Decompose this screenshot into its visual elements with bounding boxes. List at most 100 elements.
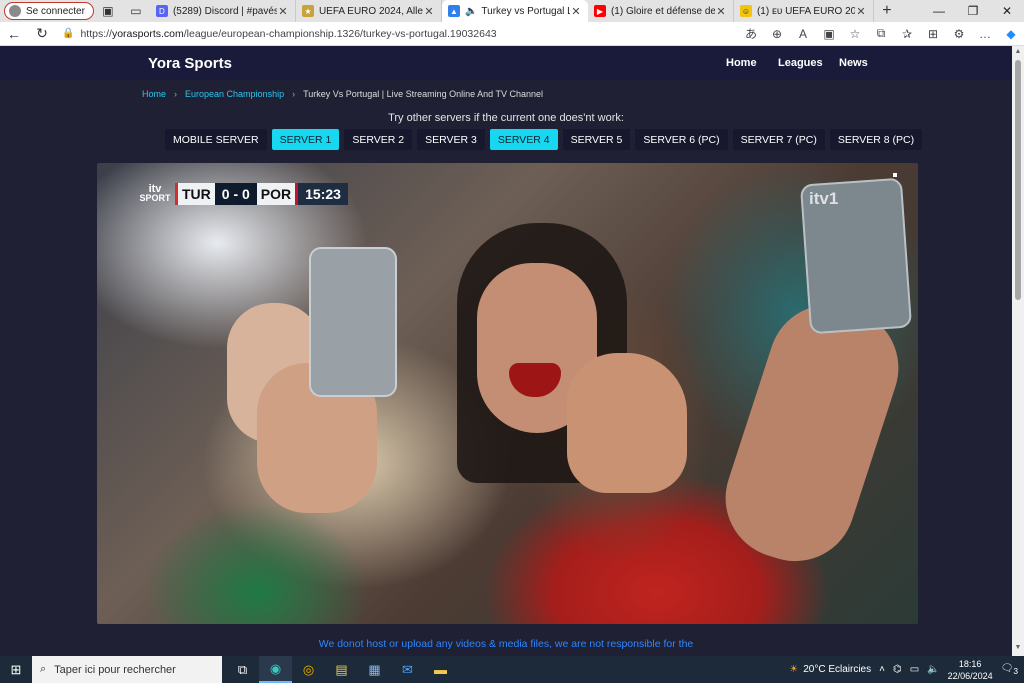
close-window-icon[interactable]: ✕ (990, 4, 1024, 18)
tab-actions-icon[interactable]: ▭ (122, 0, 150, 22)
more-icon[interactable]: … (972, 27, 998, 41)
notifications-icon[interactable]: 🗨3 (1001, 663, 1018, 676)
avatar-icon (9, 5, 21, 17)
weather-icon: ☀ (789, 664, 799, 675)
breadcrumb-current: Turkey Vs Portugal | Live Streaming Onli… (303, 89, 544, 99)
breadcrumb-home[interactable]: Home (142, 89, 166, 99)
toolbar-actions: あ ⊕ A ▣ ☆ ⧉ ✰ ⊞ ⚙ … ◆ (738, 25, 1024, 42)
clock[interactable]: 18:16 22/06/2024 (948, 658, 993, 682)
video-player[interactable]: itv SPORT TUR 0 - 0 POR 15:23 itv1 (97, 163, 918, 624)
windows-start-icon[interactable]: ⊞ (0, 662, 32, 678)
close-tab-icon[interactable]: ✕ (855, 5, 867, 18)
battery-icon[interactable]: ▭ (910, 664, 919, 675)
system-tray: ☀ 20°C Eclaircies ˄ ⌬ ▭ 🔈 18:16 22/06/20… (789, 658, 1024, 682)
back-icon[interactable]: ← (0, 26, 28, 42)
scroll-up-icon[interactable]: ▲ (1012, 48, 1024, 55)
site-logo[interactable]: Yora Sports (148, 55, 232, 72)
video-frame-shape (567, 353, 687, 493)
lock-icon[interactable]: 🔒 (62, 28, 74, 39)
edge-icon[interactable]: ◉ (259, 656, 292, 683)
server-button-1[interactable]: SERVER 1 (271, 129, 340, 150)
network-icon[interactable]: ⌬ (893, 664, 902, 675)
server-buttons: MOBILE SERVER SERVER 1 SERVER 2 SERVER 3… (165, 129, 923, 150)
score-bug: itv SPORT TUR 0 - 0 POR 15:23 (137, 183, 348, 205)
chrome-icon[interactable]: ◎ (292, 656, 325, 683)
emoji-favicon-icon: ☺ (739, 5, 752, 17)
tab-title: Turkey vs Portugal Live S (481, 5, 570, 17)
browser-tab-strip: Se connecter ▣ ▭ D (5289) Discord | #pav… (0, 0, 1024, 22)
server-button-8[interactable]: SERVER 8 (PC) (829, 129, 923, 150)
app-icon[interactable]: ▣ (816, 27, 842, 41)
scroll-down-icon[interactable]: ▼ (1012, 644, 1024, 651)
close-tab-icon[interactable]: ✕ (423, 5, 435, 18)
disclaimer-text: We donot host or upload any videos & med… (318, 638, 694, 650)
taskbar-search[interactable]: ⌕ Taper ici pour rechercher (32, 656, 222, 683)
tab-youtube[interactable]: ▶ (1) Gloire et défense de la lan ✕ (588, 0, 734, 22)
scoreboard: TUR 0 - 0 POR 15:23 (175, 183, 348, 205)
browser-toolbar: ← ↻ 🔒 https://yorasports.com/league/euro… (0, 22, 1024, 46)
task-view-icon[interactable]: ⧉ (226, 656, 259, 683)
split-screen-icon[interactable]: ⧉ (868, 26, 894, 41)
nav-news[interactable]: News (839, 57, 868, 69)
url-scheme: https:// (80, 27, 112, 40)
scroll-thumb[interactable] (1015, 60, 1021, 300)
tab-uefa-euro[interactable]: ★ UEFA EURO 2024, Allem ✕ (296, 0, 442, 22)
clock-time: 18:16 (958, 658, 982, 669)
collections-icon[interactable]: ⊞ (920, 27, 946, 41)
tab-discord[interactable]: D (5289) Discord | #pavés-légen ✕ (150, 0, 296, 22)
close-tab-icon[interactable]: ✕ (570, 5, 582, 18)
extensions-icon[interactable]: ⚙ (946, 27, 972, 41)
tray-chevron-icon[interactable]: ˄ (879, 664, 885, 675)
nav-leagues[interactable]: Leagues (778, 57, 823, 69)
breadcrumb-league[interactable]: European Championship (185, 89, 284, 99)
chevron-right-icon: › (292, 89, 296, 99)
favorite-star-icon[interactable]: ☆ (842, 27, 868, 41)
notification-count: 3 (1013, 666, 1018, 676)
favorites-icon[interactable]: ✰ (894, 27, 920, 41)
server-button-4[interactable]: SERVER 4 (489, 129, 558, 150)
mail-icon[interactable]: ✉ (391, 656, 424, 683)
translate-icon[interactable]: あ (738, 25, 764, 42)
windows-taskbar: ⊞ ⌕ Taper ici pour rechercher ⧉ ◉ ◎ ▤ ▦ … (0, 656, 1024, 683)
site-header: Yora Sports Home Leagues News (0, 46, 1012, 80)
new-tab-button[interactable]: + (874, 2, 900, 20)
trophy-favicon-icon: ★ (301, 5, 314, 17)
server-button-6[interactable]: SERVER 6 (PC) (635, 129, 728, 150)
profile-button[interactable]: Se connecter (4, 2, 94, 20)
explorer-icon[interactable]: ▤ (325, 656, 358, 683)
broadcaster-logo: itv SPORT (137, 184, 173, 203)
folder-icon[interactable]: ▬ (424, 656, 457, 683)
search-placeholder: Taper ici pour rechercher (54, 663, 176, 676)
close-tab-icon[interactable]: ✕ (277, 5, 289, 18)
breadcrumb: Home › European Championship › Turkey Vs… (142, 89, 543, 99)
restore-icon[interactable]: ❐ (956, 4, 990, 18)
store-icon[interactable]: ▦ (358, 656, 391, 683)
clock-date: 22/06/2024 (947, 670, 993, 681)
weather-widget[interactable]: ☀ 20°C Eclaircies (789, 664, 871, 675)
tab-uefa-euro-2[interactable]: ☺ (1) ᴇᴜ UEFA EURO 2024 ✕ (734, 0, 874, 22)
server-button-5[interactable]: SERVER 5 (562, 129, 631, 150)
zoom-icon[interactable]: ⊕ (764, 27, 790, 41)
server-button-3[interactable]: SERVER 3 (417, 129, 485, 150)
refresh-icon[interactable]: ↻ (28, 25, 56, 42)
tab-turkey-vs-portugal[interactable]: ▲ 🔈 Turkey vs Portugal Live S ✕ (441, 0, 588, 22)
server-button-2[interactable]: SERVER 2 (344, 129, 413, 150)
workspaces-icon[interactable]: ▣ (94, 0, 122, 22)
page-scrollbar[interactable]: ▲ ▼ (1012, 46, 1024, 656)
read-aloud-icon[interactable]: A (790, 27, 816, 41)
tab-title: UEFA EURO 2024, Allem (318, 5, 423, 17)
volume-icon[interactable]: 🔈 (927, 664, 939, 675)
server-button-7[interactable]: SERVER 7 (PC) (732, 129, 825, 150)
channel-watermark: itv1 (809, 189, 839, 208)
away-team: POR (256, 183, 296, 205)
address-bar[interactable]: 🔒 https://yorasports.com/league/european… (62, 24, 672, 44)
weather-text: 20°C Eclaircies (803, 664, 872, 675)
tab-title: (5289) Discord | #pavés-légen (172, 5, 277, 17)
server-button-mobile[interactable]: MOBILE SERVER (165, 129, 267, 150)
close-tab-icon[interactable]: ✕ (715, 5, 727, 18)
nav-home[interactable]: Home (726, 57, 757, 69)
speaker-icon[interactable]: 🔈 (465, 6, 477, 17)
home-team: TUR (178, 183, 215, 205)
minimize-icon[interactable]: — (922, 4, 956, 18)
copilot-icon[interactable]: ◆ (998, 27, 1024, 41)
